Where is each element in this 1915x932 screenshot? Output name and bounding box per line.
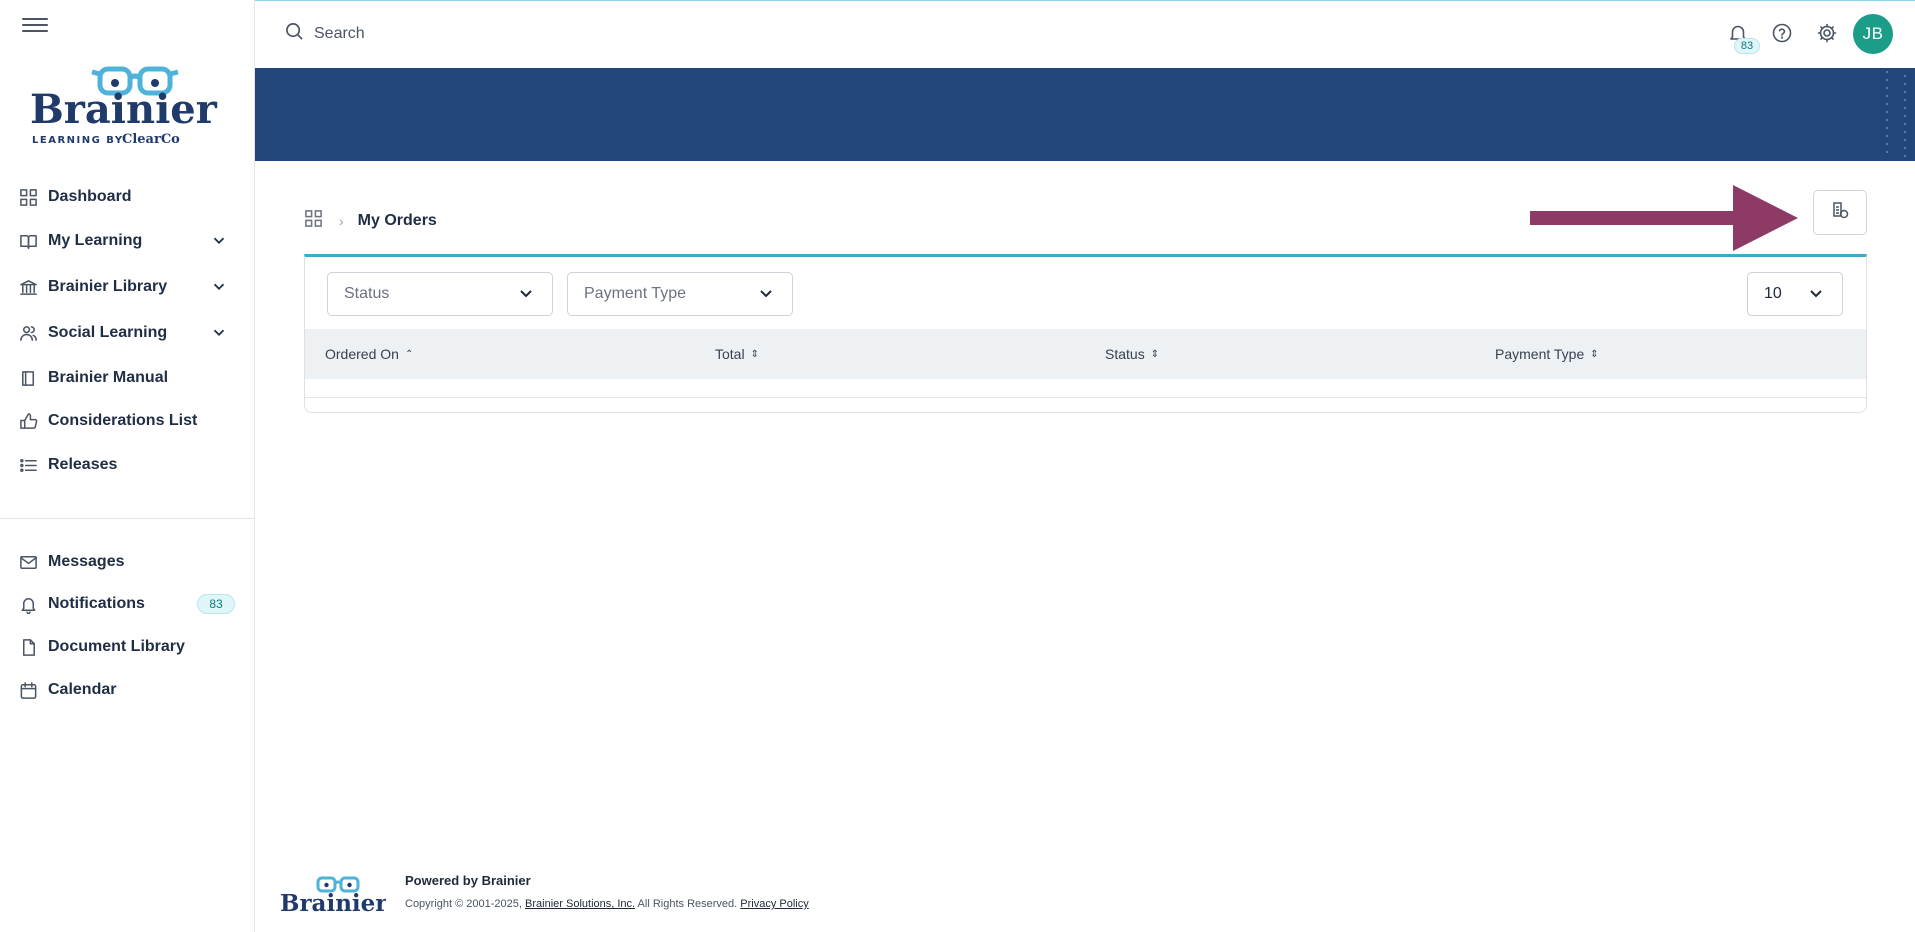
column-label: Status — [1105, 346, 1145, 362]
privacy-policy-link[interactable]: Privacy Policy — [740, 898, 808, 910]
column-header-ordered-on[interactable]: Ordered On ⌃ — [325, 329, 413, 379]
sidebar-item-messages[interactable]: Messages — [0, 544, 255, 580]
status-filter-select[interactable]: Status — [327, 272, 553, 316]
sidebar-item-calendar[interactable]: Calendar — [0, 672, 255, 708]
export-data-icon — [1830, 200, 1850, 225]
sidebar-item-label: Notifications — [48, 595, 145, 612]
sidebar-item-label: Considerations List — [48, 412, 198, 429]
help-icon[interactable] — [1771, 22, 1795, 46]
sidebar-item-releases[interactable]: Releases — [0, 447, 255, 483]
bell-icon — [18, 594, 38, 614]
sidebar-item-label: Calendar — [48, 681, 117, 698]
status-filter-label: Status — [344, 285, 390, 302]
book-open-icon — [18, 231, 38, 251]
page-banner — [255, 68, 1915, 161]
chevron-down-icon[interactable] — [210, 231, 230, 251]
manual-book-icon — [18, 368, 38, 388]
sidebar-divider — [0, 518, 255, 519]
breadcrumb: › My Orders — [304, 210, 437, 232]
sidebar-item-label: Brainier Library — [48, 278, 168, 295]
document-icon — [18, 637, 38, 657]
chevron-down-icon — [1808, 285, 1826, 303]
users-icon — [18, 323, 38, 343]
sidebar-item-document-library[interactable]: Document Library — [0, 629, 255, 665]
column-header-status[interactable]: Status ⇕ — [1105, 329, 1159, 379]
rights-text: All Rights Reserved. — [637, 898, 738, 910]
sidebar-item-label: Document Library — [48, 638, 185, 655]
sidebar-item-label: Releases — [48, 456, 118, 473]
menu-toggle-icon[interactable] — [22, 18, 48, 38]
column-header-total[interactable]: Total ⇕ — [715, 329, 759, 379]
decorative-dots — [1886, 71, 1906, 157]
sidebar-item-label: My Learning — [48, 232, 143, 249]
dashboard-grid-icon — [18, 187, 38, 207]
settings-gear-icon[interactable] — [1816, 22, 1840, 46]
sidebar-item-label: Dashboard — [48, 188, 132, 205]
search-input[interactable]: Search — [285, 21, 365, 47]
library-building-icon — [18, 277, 38, 297]
thumbs-up-icon — [18, 411, 38, 431]
notification-count-badge: 83 — [1734, 38, 1760, 54]
sidebar-item-label: Brainier Manual — [48, 369, 169, 386]
breadcrumb-separator-icon: › — [339, 213, 344, 229]
mail-icon — [18, 552, 38, 572]
footer-brainier-logo: Brainier — [280, 876, 388, 917]
orders-table-card: Status Payment Type 10 Ordered On ⌃ Tota… — [304, 254, 1867, 413]
brainier-logo[interactable]: Brainier LEARNING BY ClearCo — [30, 66, 220, 148]
payment-type-filter-select[interactable]: Payment Type — [567, 272, 793, 316]
sidebar-item-notifications[interactable]: Notifications 83 — [0, 586, 255, 622]
copyright-prefix: Copyright © 2001-2025, — [405, 898, 522, 910]
sidebar-item-brainier-library[interactable]: Brainier Library — [0, 269, 255, 305]
svg-text:ClearCo: ClearCo — [122, 132, 180, 147]
company-link[interactable]: Brainier Solutions, Inc. — [525, 898, 635, 910]
sort-ascending-icon: ⌃ — [404, 348, 414, 360]
chevron-down-icon[interactable] — [210, 277, 230, 297]
annotation-arrow — [1530, 185, 1798, 251]
page-size-value: 10 — [1764, 285, 1782, 302]
copyright-text: Copyright © 2001-2025, Brainier Solution… — [405, 898, 809, 910]
powered-by-text: Powered by Brainier — [405, 873, 531, 888]
column-header-payment-type[interactable]: Payment Type ⇕ — [1495, 329, 1599, 379]
notifications-count-badge: 83 — [197, 594, 235, 614]
payment-type-filter-label: Payment Type — [584, 285, 686, 302]
table-body-empty — [305, 397, 1866, 398]
sidebar-item-considerations-list[interactable]: Considerations List — [0, 403, 255, 439]
page-size-select[interactable]: 10 — [1747, 272, 1843, 316]
home-grid-icon[interactable] — [304, 209, 323, 233]
chevron-down-icon — [758, 285, 776, 303]
sidebar-item-label: Messages — [48, 553, 125, 570]
sidebar-item-my-learning[interactable]: My Learning — [0, 223, 255, 259]
sidebar-item-label: Social Learning — [48, 324, 168, 341]
column-label: Payment Type — [1495, 346, 1585, 362]
table-header: Ordered On ⌃ Total ⇕ Status ⇕ Payment Ty… — [305, 329, 1866, 379]
column-label: Total — [715, 346, 745, 362]
sidebar-item-social-learning[interactable]: Social Learning — [0, 315, 255, 351]
svg-text:Brainier: Brainier — [30, 86, 218, 133]
svg-text:Brainier: Brainier — [280, 890, 386, 914]
chevron-down-icon[interactable] — [210, 323, 230, 343]
search-icon — [285, 22, 304, 46]
sidebar-item-dashboard[interactable]: Dashboard — [0, 179, 255, 215]
sort-icon: ⇕ — [1150, 348, 1160, 360]
page-title: My Orders — [357, 212, 437, 229]
sidebar-item-brainier-manual[interactable]: Brainier Manual — [0, 360, 255, 396]
top-bar: Search — [255, 0, 1915, 68]
export-button[interactable] — [1813, 190, 1867, 235]
column-label: Ordered On — [325, 346, 399, 362]
svg-text:LEARNING BY: LEARNING BY — [32, 135, 124, 146]
list-icon — [18, 455, 38, 475]
sidebar: Brainier LEARNING BY ClearCo Dashboard M… — [0, 0, 255, 932]
search-placeholder: Search — [314, 25, 365, 42]
user-avatar[interactable]: JB — [1853, 14, 1893, 54]
chevron-down-icon — [518, 285, 536, 303]
calendar-icon — [18, 680, 38, 700]
sort-icon: ⇕ — [750, 348, 759, 360]
sort-icon: ⇕ — [1590, 348, 1599, 360]
